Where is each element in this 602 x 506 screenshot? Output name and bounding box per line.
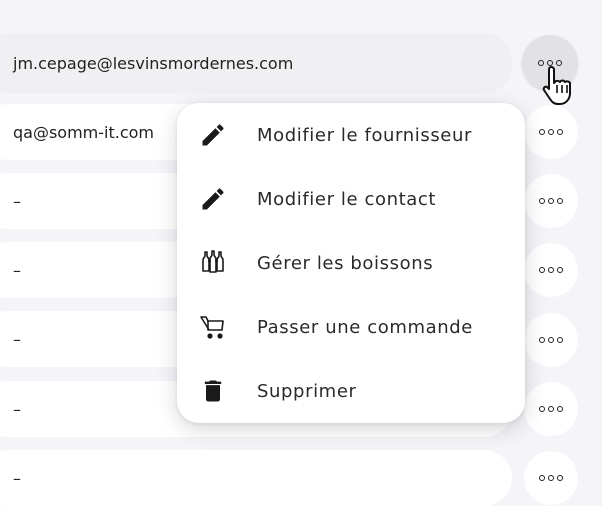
cart-icon [200, 316, 224, 339]
more-horizontal-icon [539, 406, 563, 412]
bottles-icon [202, 250, 224, 273]
more-horizontal-icon [539, 337, 563, 343]
more-actions-button[interactable] [522, 35, 578, 91]
more-horizontal-icon [538, 60, 562, 66]
context-menu: Modifier le fournisseur Modifier le cont… [177, 103, 525, 423]
menu-item-manage-drinks[interactable]: Gérer les boissons [177, 231, 525, 295]
menu-item-label: Modifier le fournisseur [257, 124, 472, 146]
more-horizontal-icon [539, 475, 563, 481]
more-horizontal-icon [539, 267, 563, 273]
contact-email: qa@somm-it.com [13, 122, 155, 142]
contact-email: – [13, 191, 21, 211]
more-actions-button[interactable] [524, 382, 578, 436]
menu-item-label: Passer une commande [257, 316, 473, 338]
contact-email: – [13, 468, 21, 488]
menu-item-label: Supprimer [257, 380, 357, 402]
menu-item-edit-supplier[interactable]: Modifier le fournisseur [177, 103, 525, 167]
more-actions-button[interactable] [524, 313, 578, 367]
pencil-icon [202, 188, 224, 210]
pencil-icon [202, 124, 224, 146]
contact-email: jm.cepage@lesvinsmordernes.com [13, 53, 294, 73]
trash-icon [204, 380, 222, 402]
more-horizontal-icon [539, 129, 563, 135]
more-actions-button[interactable] [524, 174, 578, 228]
contact-email: – [13, 260, 21, 280]
menu-item-label: Modifier le contact [257, 188, 437, 210]
table-row[interactable]: jm.cepage@lesvinsmordernes.com [0, 33, 512, 93]
more-actions-button[interactable] [524, 243, 578, 297]
more-actions-button[interactable] [524, 451, 578, 505]
more-actions-button[interactable] [524, 105, 578, 159]
menu-item-label: Gérer les boissons [257, 252, 434, 274]
contact-email: – [13, 399, 21, 419]
menu-item-place-order[interactable]: Passer une commande [177, 295, 525, 359]
contact-email: – [13, 329, 21, 349]
menu-item-edit-contact[interactable]: Modifier le contact [177, 167, 525, 231]
menu-item-delete[interactable]: Supprimer [177, 359, 525, 423]
more-horizontal-icon [539, 198, 563, 204]
table-row[interactable]: – [0, 450, 512, 506]
